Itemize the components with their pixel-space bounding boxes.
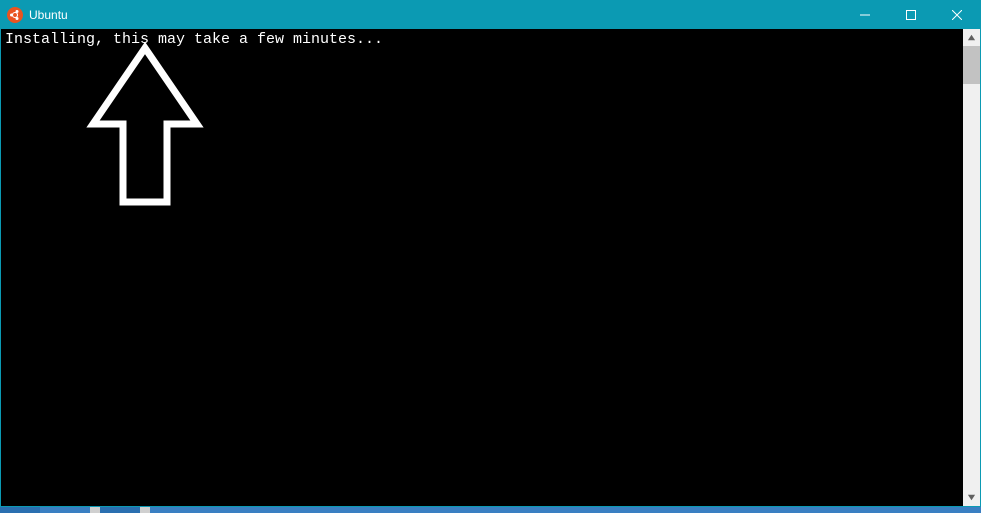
scroll-thumb[interactable]: [963, 46, 980, 84]
maximize-button[interactable]: [888, 1, 934, 29]
ubuntu-terminal-window: Ubuntu Installing, this may take a few m…: [0, 0, 981, 507]
terminal-line: Installing, this may take a few minutes.…: [5, 31, 383, 48]
terminal-output[interactable]: Installing, this may take a few minutes.…: [1, 29, 963, 506]
scroll-down-button[interactable]: [963, 489, 980, 506]
minimize-button[interactable]: [842, 1, 888, 29]
ubuntu-icon: [7, 7, 23, 23]
window-title: Ubuntu: [29, 8, 842, 22]
window-titlebar[interactable]: Ubuntu: [1, 1, 980, 29]
taskbar-strip: [0, 507, 981, 513]
window-content: Installing, this may take a few minutes.…: [1, 29, 980, 506]
scroll-up-button[interactable]: [963, 29, 980, 46]
vertical-scrollbar[interactable]: [963, 29, 980, 506]
scroll-track[interactable]: [963, 46, 980, 489]
close-button[interactable]: [934, 1, 980, 29]
